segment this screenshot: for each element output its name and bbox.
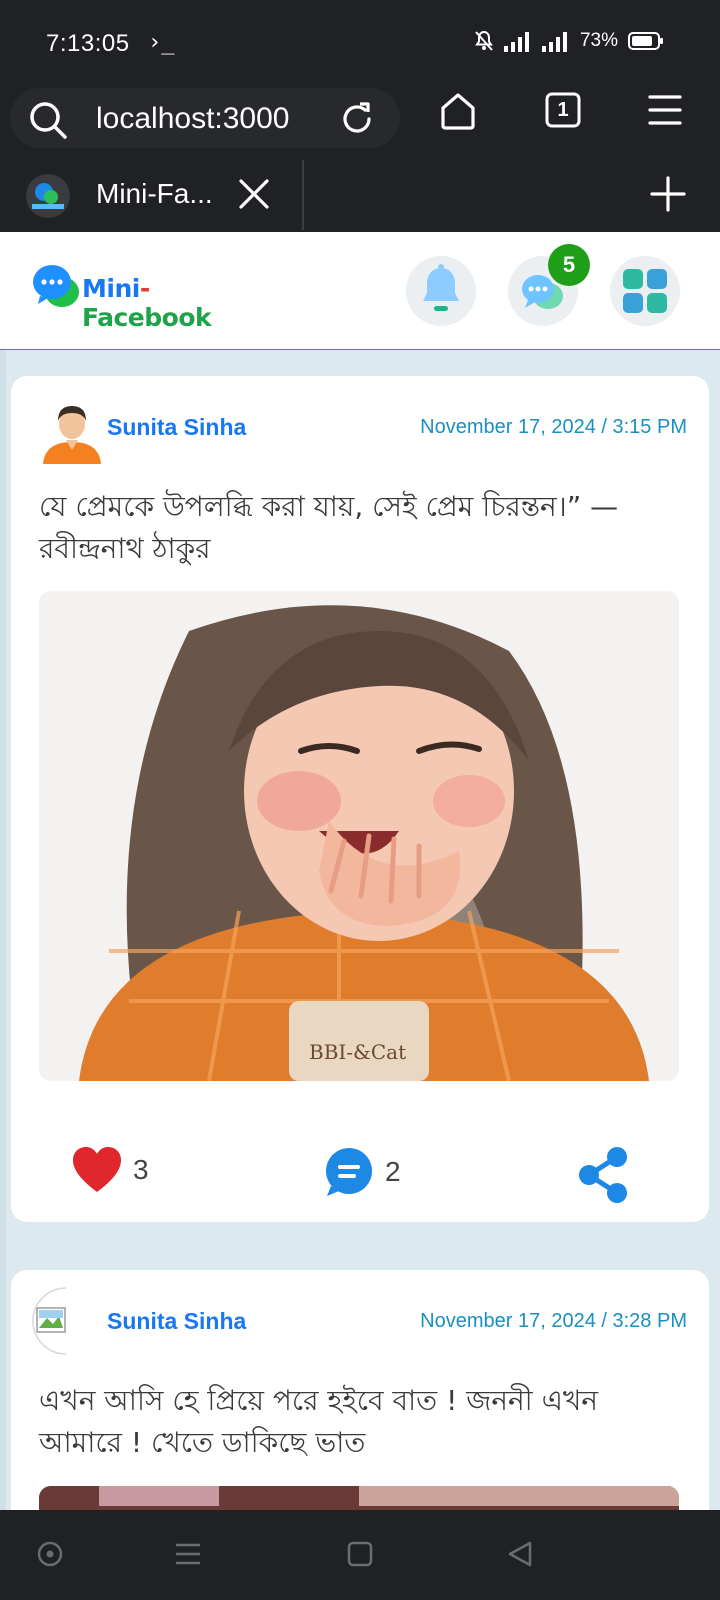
logo-chat-icon: [33, 265, 79, 307]
child-laughing-image: BBI-&Cat: [39, 591, 679, 1081]
url-text[interactable]: localhost:3000: [96, 102, 289, 136]
post-card: Sunita Sinha November 17, 2024 / 3:28 PM…: [11, 1270, 709, 1510]
close-tab-icon[interactable]: [238, 178, 270, 210]
post-image-preview: [39, 1486, 679, 1506]
logo-text: Mini-Facebook: [82, 274, 268, 332]
app-logo[interactable]: Mini-Facebook: [32, 262, 268, 332]
message-count-badge: 5: [548, 244, 590, 286]
post-text: যে প্রেমকে উপলব্ধি করা যায়, সেই প্রেম চ…: [39, 490, 619, 565]
tab-count: 1: [557, 99, 569, 121]
battery-percent: 73%: [579, 30, 618, 51]
image-caption: BBI-&Cat: [309, 1040, 406, 1064]
home-nav-icon[interactable]: [346, 1540, 374, 1568]
post-card: Sunita Sinha November 17, 2024 / 3:15 PM…: [11, 376, 709, 1222]
phone-screen: 7:13:05 ›_ 73% localhost:3000 1 Mini-Fa.…: [0, 0, 720, 1600]
apps-menu-button[interactable]: [610, 256, 680, 326]
heart-icon: [73, 1147, 121, 1192]
like-button[interactable]: 3: [71, 1146, 149, 1194]
tab-divider: [302, 160, 304, 230]
grid-icon: [623, 269, 667, 313]
browser-tab[interactable]: Mini-Fa...: [0, 156, 300, 232]
feed-edge: [0, 350, 6, 1510]
logo-mini: Mini: [82, 274, 140, 303]
tab-switcher-button[interactable]: 1: [545, 92, 581, 133]
signal-icon-2: [541, 32, 567, 52]
post-author[interactable]: Sunita Sinha: [107, 414, 246, 441]
favicon-icon: [32, 183, 64, 209]
avatar[interactable]: [37, 394, 107, 464]
new-tab-icon[interactable]: [650, 176, 686, 212]
notifications-button[interactable]: [406, 256, 476, 326]
post-date: November 17, 2024 / 3:28 PM: [420, 1310, 687, 1332]
home-icon[interactable]: [440, 92, 476, 130]
broken-avatar-icon[interactable]: [31, 1286, 101, 1356]
back-icon[interactable]: [506, 1540, 534, 1568]
menu-icon[interactable]: [648, 94, 682, 126]
battery-icon: [628, 32, 663, 50]
news-feed: Sunita Sinha November 17, 2024 / 3:15 PM…: [0, 350, 720, 1510]
tab-title: Mini-Fa...: [96, 178, 213, 209]
assistant-icon[interactable]: [36, 1540, 64, 1568]
app-header: Mini-Facebook: [0, 232, 720, 350]
browser-toolbar: localhost:3000 1: [0, 80, 720, 156]
signal-icon: [503, 32, 529, 52]
status-time: 7:13:05: [46, 30, 130, 57]
status-icons: 73%: [474, 30, 664, 52]
system-navigation-bar: [0, 1510, 720, 1600]
recents-icon[interactable]: [174, 1540, 202, 1568]
post-image[interactable]: [39, 1486, 679, 1510]
bell-icon: [423, 264, 459, 311]
address-bar[interactable]: localhost:3000: [10, 88, 400, 148]
reload-icon[interactable]: [338, 100, 376, 138]
post-date: November 17, 2024 / 3:15 PM: [420, 416, 687, 438]
search-icon: [30, 102, 67, 139]
post-text: এখন আসি হে প্রিয়ে পরে হইবে বাত ! জননী এ…: [39, 1384, 598, 1459]
logo-facebook: Facebook: [82, 303, 212, 332]
status-bar: 7:13:05 ›_ 73%: [0, 0, 720, 80]
logo-dash: -: [139, 274, 150, 303]
comment-count: 2: [385, 1156, 401, 1187]
mute-icon: [475, 30, 493, 51]
tab-strip: Mini-Fa...: [0, 156, 720, 232]
post-author[interactable]: Sunita Sinha: [107, 1308, 246, 1335]
post-image[interactable]: BBI-&Cat: [39, 591, 679, 1081]
comment-icon: [326, 1148, 372, 1196]
terminal-icon: ›_: [148, 30, 175, 55]
favicon: [26, 174, 70, 218]
post-actions: 3 2: [11, 1146, 709, 1206]
like-count: 3: [133, 1154, 149, 1185]
comment-button[interactable]: 2: [323, 1146, 401, 1198]
share-icon[interactable]: [577, 1146, 629, 1204]
